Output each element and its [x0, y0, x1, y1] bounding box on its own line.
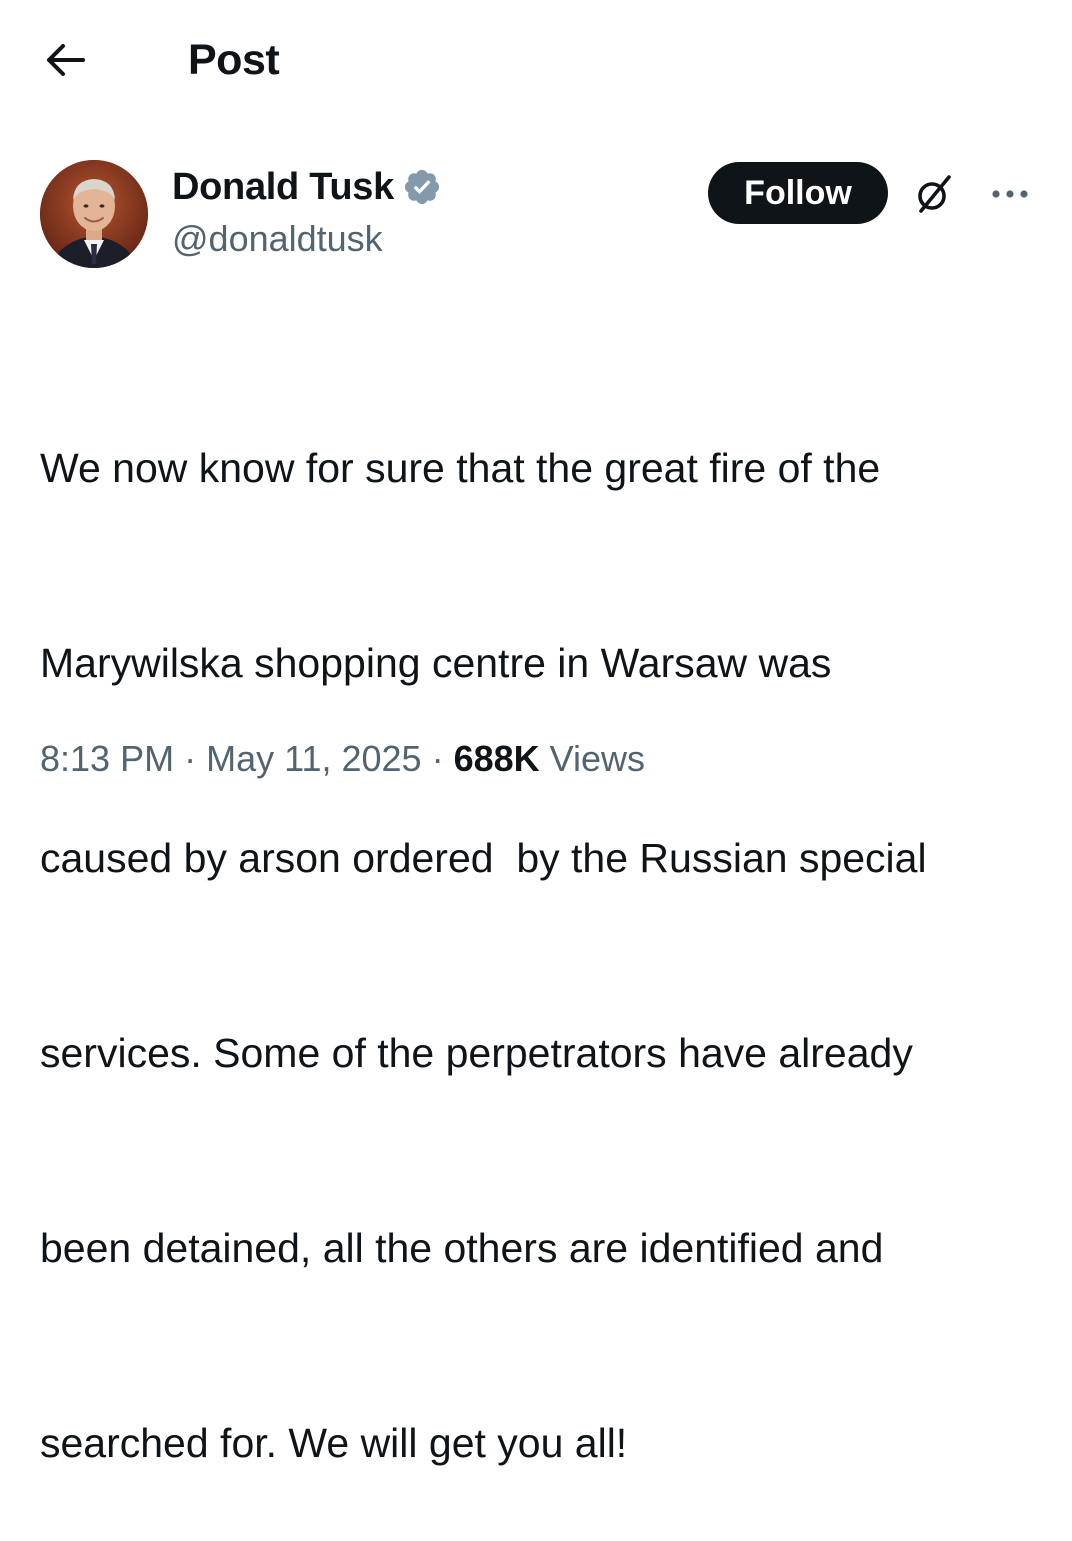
- post-author-row: Donald Tusk @donaldtusk Follow: [0, 150, 1072, 280]
- post-text-line: been detained, all the others are identi…: [40, 1225, 884, 1271]
- display-name-row: Donald Tusk: [172, 164, 442, 210]
- page-title: Post: [188, 36, 280, 84]
- post-text-line: caused by arson ordered by the Russian s…: [40, 835, 927, 881]
- post-date[interactable]: May 11, 2025: [206, 738, 421, 780]
- post-text-line: Marywilska shopping centre in Warsaw was: [40, 640, 832, 686]
- avatar-photo: [40, 160, 148, 268]
- meta-separator: ·: [421, 738, 454, 779]
- meta-separator: ·: [174, 738, 207, 779]
- views-count: 688K: [453, 738, 540, 779]
- post-text-line: searched for. We will get you all!: [40, 1420, 628, 1466]
- grok-button[interactable]: [906, 166, 962, 222]
- post-text-line: We now know for sure that the great fire…: [40, 445, 881, 491]
- author-display-name[interactable]: Donald Tusk: [172, 166, 394, 209]
- more-dots-icon: [992, 190, 1028, 198]
- grok-icon: [918, 175, 951, 213]
- verified-badge-icon: [404, 169, 439, 205]
- post-text-line: services. Some of the perpetrators have …: [40, 1030, 913, 1076]
- author-handle[interactable]: @donaldtusk: [172, 218, 442, 260]
- post-text: We now know for sure that the great fire…: [40, 306, 1040, 1541]
- back-button[interactable]: [30, 30, 100, 90]
- author-name-block: Donald Tusk @donaldtusk: [172, 164, 442, 260]
- post-metadata: 8:13 PM · May 11, 2025 · 688K Views: [40, 738, 645, 780]
- top-bar: Post: [0, 0, 1072, 120]
- arrow-left-icon: [47, 44, 85, 76]
- views-label: Views: [539, 738, 646, 779]
- author-avatar[interactable]: [40, 160, 148, 268]
- follow-button[interactable]: Follow: [708, 162, 888, 224]
- more-options-button[interactable]: [982, 166, 1038, 222]
- post-time[interactable]: 8:13 PM: [40, 738, 174, 780]
